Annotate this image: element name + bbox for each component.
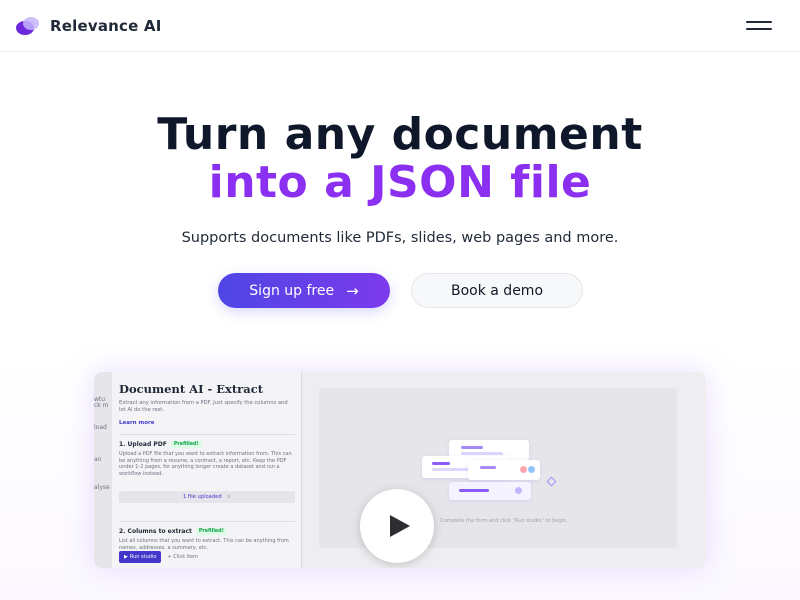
sidebar-strip: wtu ck m load an alyse (94, 372, 112, 568)
click-item-hint: + Click item (167, 554, 198, 560)
step1-heading: 1. Upload PDF Prefilled! (119, 441, 295, 448)
run-studio-label: Run studio (129, 554, 157, 560)
sign-up-free-button[interactable]: Sign up free → (218, 273, 390, 308)
step1-title: 1. Upload PDF (119, 441, 167, 448)
hero-title-line2: into a JSON file (208, 157, 592, 208)
book-demo-label: Book a demo (450, 282, 544, 299)
extract-form-panel: Document AI - Extract Extract any inform… (112, 372, 302, 568)
strip-text: ck m (94, 402, 109, 409)
panel-actions: ▶ Run studio + Click item (119, 551, 198, 563)
sign-up-free-label: Sign up free (249, 282, 335, 299)
prefilled-badge: Prefilled! (195, 528, 227, 535)
book-demo-button[interactable]: Book a demo (411, 273, 583, 308)
strip-text: alyse (94, 484, 110, 491)
relevance-logo-icon (16, 15, 40, 37)
json-card-illustration (468, 460, 540, 480)
json-card-illustration (449, 482, 531, 500)
brand-name: Relevance AI (50, 16, 162, 35)
hamburger-menu-icon[interactable] (746, 19, 774, 33)
panel-divider (119, 521, 295, 522)
hero-section: Turn any document into a JSON file Suppo… (0, 52, 800, 600)
step2-heading: 2. Columns to extract Prefilled! (119, 528, 295, 535)
hero-title-line1: Turn any document (157, 109, 643, 160)
panel-divider (119, 434, 295, 435)
strip-text: an (94, 456, 102, 463)
learn-more-link[interactable]: Learn more (119, 420, 295, 426)
file-uploaded-chip[interactable]: 1 file uploaded × (119, 491, 295, 503)
prefilled-badge: Prefilled! (170, 441, 202, 448)
close-icon[interactable]: × (227, 494, 231, 500)
step2-text: List all columns that you want to extrac… (119, 538, 289, 551)
step2-title: 2. Columns to extract (119, 528, 192, 535)
play-small-icon: ▶ (124, 554, 128, 560)
brand-link[interactable]: Relevance AI (16, 15, 162, 37)
hero-subtitle: Supports documents like PDFs, slides, we… (181, 230, 619, 246)
file-uploaded-label: 1 file uploaded (182, 494, 222, 500)
panel-title: Document AI - Extract (119, 382, 264, 396)
play-icon (389, 515, 410, 537)
arrow-right-icon: → (346, 281, 359, 300)
strip-text: load (94, 424, 107, 431)
panel-description: Extract any information from a PDF. Just… (119, 400, 288, 413)
click-item-label: Click item (173, 554, 198, 560)
demo-video-preview[interactable]: wtu ck m load an alyse Document AI - Ext… (94, 372, 706, 568)
site-header: Relevance AI (0, 0, 800, 52)
play-button[interactable] (360, 489, 434, 563)
step1-text: Upload a PDF file that you want to extra… (119, 451, 292, 477)
run-studio-button[interactable]: ▶ Run studio (119, 551, 162, 563)
